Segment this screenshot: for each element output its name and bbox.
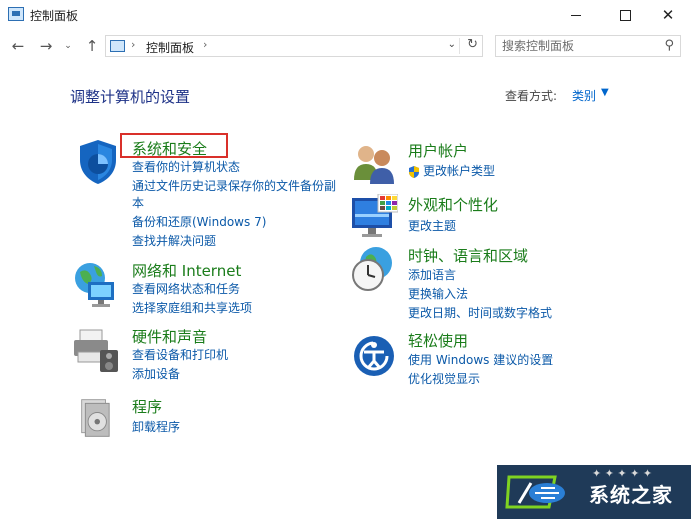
control-panel-window: 控制面板 ✕ ← → ⌄ ↑ › 控制面板 › ⌄ ↻ ⚲ 调整计算机的设置 查… [0,0,691,519]
maximize-button[interactable] [602,0,648,30]
arrow-right-icon: → [39,37,53,55]
watermark-logo-icon [505,475,565,509]
caret-down-icon[interactable]: ▼ [601,87,609,98]
watermark-text: 系统之家 [589,483,673,507]
category-title-network-internet[interactable]: 网络和 Internet [132,260,241,281]
link-file-history-backup[interactable]: 通过文件历史记录保存你的文件备份副 [132,177,336,194]
category-appearance-personalization: 外观和个性化 更改主题 [350,194,630,244]
maximize-icon [619,9,631,21]
uac-shield-icon [408,163,420,178]
category-network-internet: 网络和 Internet 查看网络状态和任务 选择家庭组和共享选项 [72,260,352,320]
link-view-computer-status[interactable]: 查看你的计算机状态 [132,158,240,175]
back-button[interactable]: ← [8,36,28,56]
category-programs: 程序 卸载程序 [78,396,358,446]
forward-button[interactable]: → [36,36,56,56]
arrow-left-icon: ← [11,37,25,55]
breadcrumb-separator: › [131,38,136,51]
search-box[interactable]: ⚲ [495,35,681,57]
printer-icon [74,329,118,372]
link-change-account-type[interactable]: 更改帐户类型 [423,162,495,179]
category-ease-of-access: 轻松使用 使用 Windows 建议的设置 优化视觉显示 [350,330,630,390]
programs-icon [81,399,110,437]
close-icon: ✕ [661,5,675,24]
close-button[interactable]: ✕ [645,0,691,30]
arrow-up-icon: ↑ [85,37,99,55]
title-bar: 控制面板 ✕ [0,0,691,30]
highlight-annotation-box [120,133,228,158]
link-add-language[interactable]: 添加语言 [408,266,456,283]
address-dropdown-icon[interactable]: ⌄ [448,39,456,50]
link-use-recommended-settings[interactable]: 使用 Windows 建议的设置 [408,351,553,368]
view-by-dropdown[interactable]: 类别 [572,87,596,104]
link-optimize-visual-display[interactable]: 优化视觉显示 [408,370,480,387]
link-backup-restore[interactable]: 备份和还原(Windows 7) [132,213,266,230]
control-panel-icon [110,40,125,52]
shield-icon [80,140,116,184]
search-input[interactable] [502,38,652,54]
link-network-status[interactable]: 查看网络状态和任务 [132,280,240,297]
category-user-accounts: 用户帐户 更改帐户类型 [350,140,630,190]
network-globe-icon [75,263,114,307]
ease-of-access-icon [354,336,394,376]
category-hardware-sound: 硬件和声音 查看设备和打印机 添加设备 [72,326,352,386]
up-button[interactable]: ↑ [82,36,102,56]
view-by-label: 查看方式: [505,89,558,103]
link-troubleshoot[interactable]: 查找并解决问题 [132,232,216,249]
link-add-device[interactable]: 添加设备 [132,365,180,382]
category-title-ease-of-access[interactable]: 轻松使用 [408,330,468,351]
category-title-clock-language-region[interactable]: 时钟、语言和区域 [408,245,528,266]
category-title-appearance-personalization[interactable]: 外观和个性化 [408,194,498,215]
link-devices-printers[interactable]: 查看设备和打印机 [132,346,228,363]
refresh-icon[interactable]: ↻ [467,37,478,52]
search-icon[interactable]: ⚲ [664,38,674,53]
recent-locations-button[interactable]: ⌄ [62,36,74,56]
category-title-hardware-sound[interactable]: 硬件和声音 [132,326,207,347]
page-heading: 调整计算机的设置 [70,88,191,106]
navigation-bar: ← → ⌄ ↑ › 控制面板 › ⌄ ↻ ⚲ [0,32,691,60]
link-change-theme[interactable]: 更改主题 [408,217,456,234]
category-title-programs[interactable]: 程序 [132,396,162,417]
link-file-history-backup-continued[interactable]: 本 [132,194,144,211]
minimize-button[interactable] [553,0,599,30]
link-change-date-time-format[interactable]: 更改日期、时间或数字格式 [408,304,552,321]
breadcrumb-control-panel[interactable]: 控制面板 [146,39,194,56]
category-clock-language-region: 时钟、语言和区域 添加语言 更换输入法 更改日期、时间或数字格式 [350,245,630,325]
users-icon [354,146,394,184]
control-panel-app-icon [8,7,24,21]
clock-globe-icon [352,247,392,291]
window-title: 控制面板 [30,9,79,23]
watermark-badge: ✦ ✦ ✦ ✦ ✦ 系统之家 [497,465,691,519]
address-divider [459,38,460,54]
address-bar[interactable]: › 控制面板 › ⌄ ↻ [105,35,483,57]
link-homegroup-sharing[interactable]: 选择家庭组和共享选项 [132,299,252,316]
monitor-icon [352,194,398,237]
minimize-icon [571,14,581,16]
link-change-input-method[interactable]: 更换输入法 [408,285,468,302]
breadcrumb-separator[interactable]: › [203,38,207,51]
category-title-user-accounts[interactable]: 用户帐户 [408,140,468,161]
link-uninstall-program[interactable]: 卸载程序 [132,418,180,435]
chevron-down-icon: ⌄ [64,41,72,51]
